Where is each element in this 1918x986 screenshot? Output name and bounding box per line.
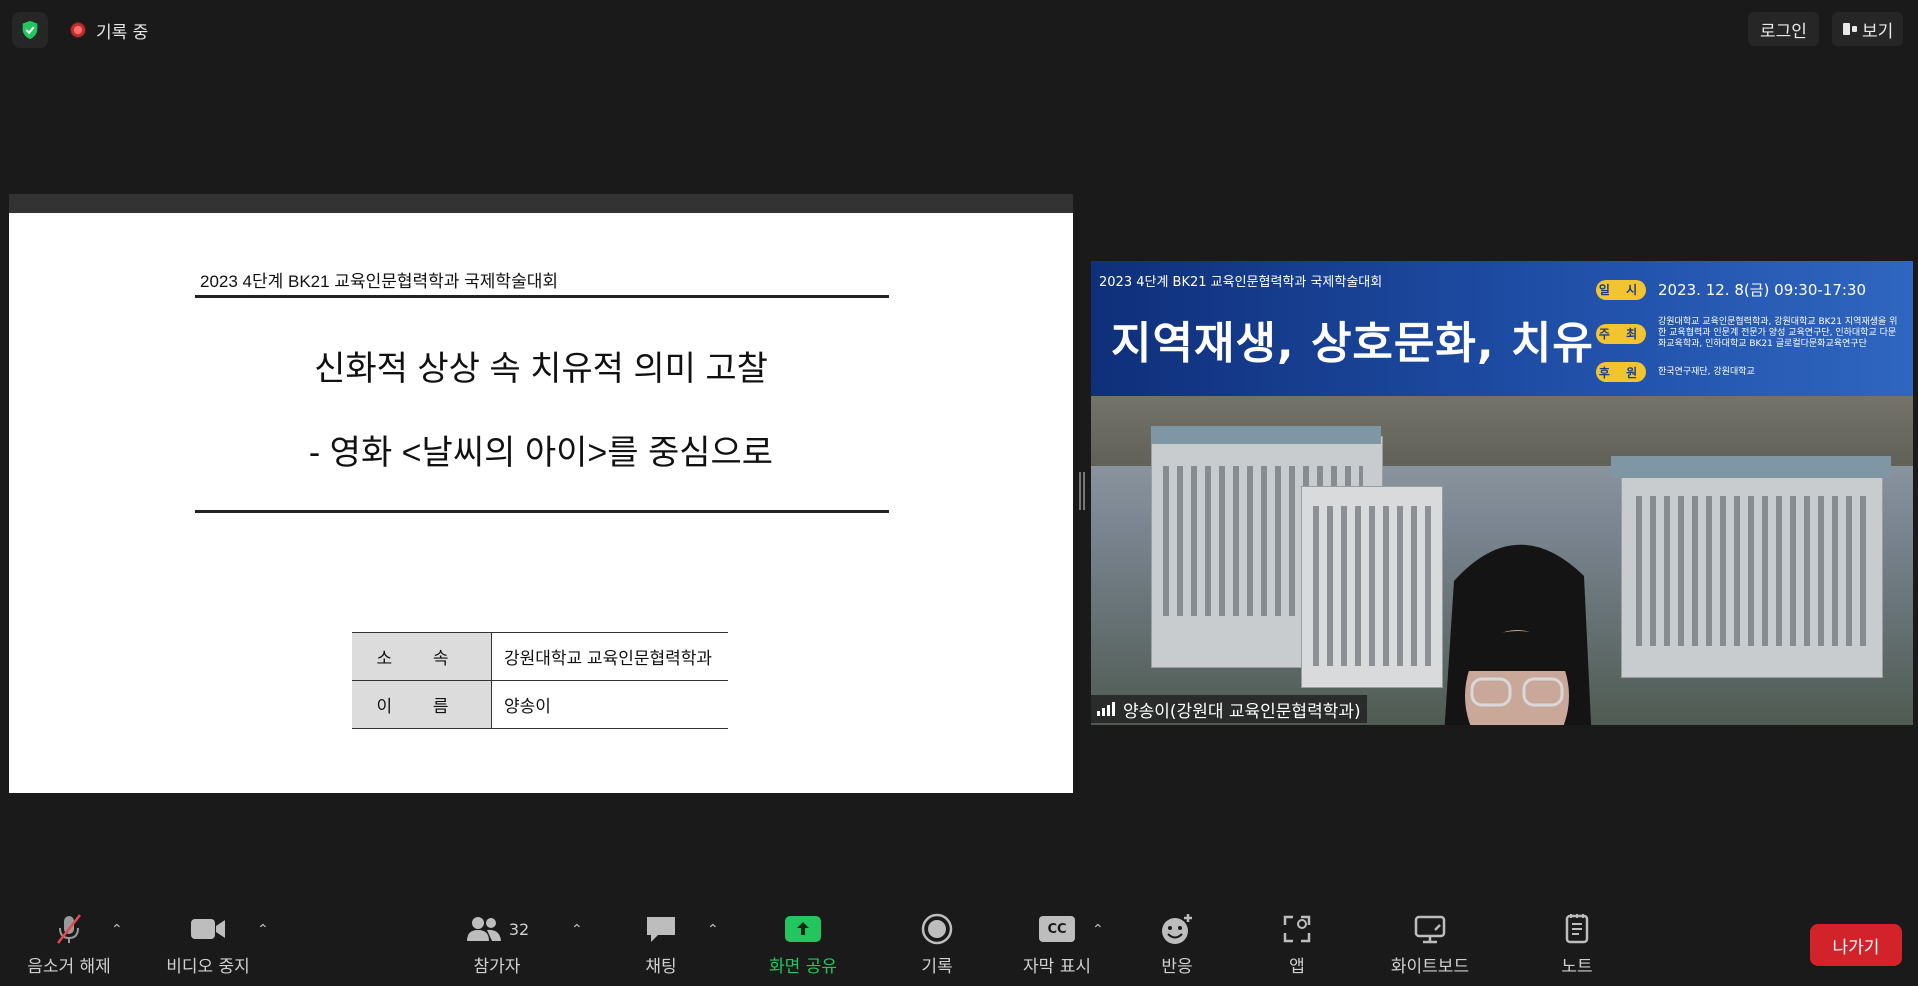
share-screen-label: 화면 공유 xyxy=(769,957,837,977)
participant-name-bar: 양송이(강원대 교육인문협력학과) xyxy=(1091,695,1367,723)
whiteboard-label: 화이트보드 xyxy=(1390,957,1470,977)
share-screen-button[interactable]: 화면 공유 xyxy=(738,910,868,977)
chat-bubble-icon xyxy=(647,917,675,942)
closed-captions-icon: CC xyxy=(1039,916,1075,942)
unmute-button[interactable]: 음소거 해제 xyxy=(4,910,134,977)
presenter-info-table: 소 속 강원대학교 교육인문협력학과 이 름 양송이 xyxy=(352,632,728,729)
banner-host-row: 주 최 강원대학교 교육인문협력학과, 강원대학교 BK21 지역재생을 위한 … xyxy=(1596,317,1898,350)
participants-button[interactable]: 32 참가자 xyxy=(432,910,562,977)
participant-video-person xyxy=(1444,544,1592,725)
video-camera-icon xyxy=(191,919,225,939)
record-icon xyxy=(921,913,953,945)
view-layout-icon xyxy=(1843,23,1857,35)
slide-event-title: 2023 4단계 BK21 교육인문협력학과 국제학술대회 xyxy=(200,272,558,291)
banner-title: 지역재생, 상호문화, 치유 xyxy=(1111,318,1594,369)
sponsor-text: 한국연구재단, 강원대학교 xyxy=(1658,366,1755,377)
notes-label: 노트 xyxy=(1561,957,1593,977)
shared-screen-slide: 2023 4단계 BK21 교육인문협력학과 국제학술대회 신화적 상상 속 치… xyxy=(9,213,1073,793)
login-button[interactable]: 로그인 xyxy=(1748,12,1819,46)
chat-label: 채팅 xyxy=(645,957,677,977)
signal-strength-icon xyxy=(1097,702,1115,716)
panel-resize-handle[interactable] xyxy=(1079,472,1085,510)
participants-options-chevron-up-icon[interactable]: ⌃ xyxy=(571,922,583,938)
participants-label: 참가자 xyxy=(473,957,521,977)
table-row: 이 름 양송이 xyxy=(352,680,728,729)
date-tag: 일 시 xyxy=(1596,279,1646,300)
captions-label: 자막 표시 xyxy=(1023,957,1091,977)
host-tag: 주 최 xyxy=(1596,323,1646,344)
table-row: 소 속 강원대학교 교육인문협력학과 xyxy=(352,632,728,681)
participant-video-tile[interactable]: 2023 4단계 BK21 교육인문협력학과 국제학술대회 지역재생, 상호문화… xyxy=(1091,261,1913,725)
share-screen-icon xyxy=(785,916,821,942)
apps-label: 앱 xyxy=(1289,957,1305,977)
stop-video-label: 비디오 중지 xyxy=(166,957,250,977)
notes-button[interactable]: 노트 xyxy=(1512,910,1642,977)
slide-title: 신화적 상상 속 치유적 의미 고찰 xyxy=(314,350,768,388)
slide-bottom-rule xyxy=(195,510,889,513)
participant-name: 양송이(강원대 교육인문협력학과) xyxy=(1123,701,1361,722)
recording-indicator[interactable]: 기록 중 xyxy=(62,14,156,46)
share-header-bar xyxy=(9,194,1073,213)
security-shield-icon[interactable] xyxy=(12,12,48,48)
apps-button[interactable]: 앱 xyxy=(1232,910,1362,977)
smiley-reaction-icon xyxy=(1162,914,1192,944)
chat-options-chevron-up-icon[interactable]: ⌃ xyxy=(707,922,719,938)
video-options-chevron-up-icon[interactable]: ⌃ xyxy=(257,922,269,938)
virtual-background-banner: 2023 4단계 BK21 교육인문협력학과 국제학술대회 지역재생, 상호문화… xyxy=(1091,261,1913,396)
banner-sponsor-row: 후 원 한국연구재단, 강원대학교 xyxy=(1596,362,1898,382)
view-label: 보기 xyxy=(1862,21,1894,42)
chat-button[interactable]: 채팅 xyxy=(596,910,726,977)
reactions-label: 반응 xyxy=(1161,957,1193,977)
unmute-label: 음소거 해제 xyxy=(27,957,111,977)
affiliation-key: 소 속 xyxy=(352,632,492,681)
campus-background-image xyxy=(1091,396,1913,725)
record-label: 기록 xyxy=(921,957,953,977)
notes-icon xyxy=(1565,914,1589,944)
audio-options-chevron-up-icon[interactable]: ⌃ xyxy=(111,922,123,938)
whiteboard-icon xyxy=(1414,915,1446,944)
name-key: 이 름 xyxy=(352,680,492,729)
date-text: 2023. 12. 8(금) 09:30-17:30 xyxy=(1658,281,1867,299)
microphone-muted-icon xyxy=(57,914,81,944)
affiliation-value: 강원대학교 교육인문협력학과 xyxy=(491,632,728,681)
host-text: 강원대학교 교육인문협력학과, 강원대학교 BK21 지역재생을 위한 교육협력… xyxy=(1658,317,1898,349)
whiteboard-button[interactable]: 화이트보드 xyxy=(1365,910,1495,977)
participants-count: 32 xyxy=(508,919,530,939)
banner-event-title: 2023 4단계 BK21 교육인문협력학과 국제학술대회 xyxy=(1099,275,1383,290)
bottom-toolbar: 음소거 해제 ⌃ 비디오 중지 ⌃ 32 참가자 ⌃ 채팅 ⌃ 화면 공유 기록… xyxy=(0,902,1918,986)
slide-subtitle: - 영화 <날씨의 아이>를 중심으로 xyxy=(308,434,774,472)
view-button[interactable]: 보기 xyxy=(1832,12,1904,46)
banner-date-row: 일 시 2023. 12. 8(금) 09:30-17:30 xyxy=(1596,279,1866,300)
slide-top-rule xyxy=(195,295,889,298)
recording-label: 기록 중 xyxy=(96,22,149,43)
leave-meeting-button[interactable]: 나가기 xyxy=(1810,924,1902,966)
record-button[interactable]: 기록 xyxy=(872,910,1002,977)
reactions-button[interactable]: 반응 xyxy=(1112,910,1242,977)
recording-dot-icon xyxy=(70,22,86,38)
sponsor-tag: 후 원 xyxy=(1596,362,1646,382)
name-value: 양송이 xyxy=(491,680,728,729)
participants-icon xyxy=(466,917,501,941)
top-bar: 기록 중 로그인 보기 xyxy=(0,0,1918,58)
stop-video-button[interactable]: 비디오 중지 xyxy=(143,910,273,977)
captions-button[interactable]: CC 자막 표시 xyxy=(992,910,1122,977)
captions-options-chevron-up-icon[interactable]: ⌃ xyxy=(1092,922,1104,938)
apps-icon xyxy=(1283,915,1311,943)
